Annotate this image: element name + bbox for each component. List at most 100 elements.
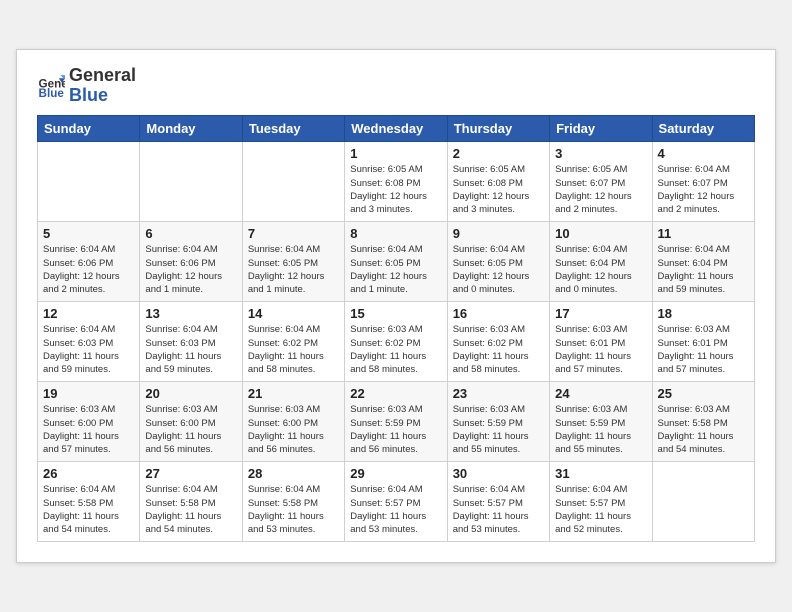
day-info: Sunrise: 6:03 AM Sunset: 6:02 PM Dayligh…: [350, 323, 441, 376]
day-info: Sunrise: 6:03 AM Sunset: 5:59 PM Dayligh…: [453, 403, 544, 456]
calendar-cell: 20Sunrise: 6:03 AM Sunset: 6:00 PM Dayli…: [140, 382, 242, 462]
day-number: 4: [658, 146, 749, 161]
day-info: Sunrise: 6:04 AM Sunset: 6:04 PM Dayligh…: [555, 243, 646, 296]
calendar-cell: [38, 142, 140, 222]
svg-text:Blue: Blue: [39, 86, 65, 99]
calendar-cell: 16 Sunrise: 6:03 AM Sunset: 6:02 PM Dayli…: [447, 302, 549, 382]
weekday-saturday: Saturday: [652, 116, 754, 142]
day-number: 29: [350, 466, 441, 481]
day-info: Sunrise: 6:04 AM Sunset: 6:07 PM Dayligh…: [658, 163, 749, 216]
calendar-cell: 29 Sunrise: 6:04 AM Sunset: 5:57 PM Dayli…: [345, 462, 447, 542]
calendar-cell: 25Sunrise: 6:03 AM Sunset: 5:58 PM Dayli…: [652, 382, 754, 462]
calendar-cell: [242, 142, 344, 222]
weekday-tuesday: Tuesday: [242, 116, 344, 142]
day-info: Sunrise: 6:03 AM Sunset: 5:59 PM Dayligh…: [350, 403, 441, 456]
day-number: 17: [555, 306, 646, 321]
calendar-cell: 5Sunrise: 6:04 AM Sunset: 6:06 PM Daylig…: [38, 222, 140, 302]
calendar-table: SundayMondayTuesdayWednesdayThursdayFrid…: [37, 115, 755, 542]
day-number: 16: [453, 306, 544, 321]
calendar-cell: 17 Sunrise: 6:03 AM Sunset: 6:01 PM Dayli…: [550, 302, 652, 382]
day-number: 22: [350, 386, 441, 401]
day-info: Sunrise: 6:03 AM Sunset: 5:58 PM Dayligh…: [658, 403, 749, 456]
day-info: Sunrise: 6:04 AM Sunset: 6:03 PM Dayligh…: [145, 323, 236, 376]
calendar-body: 1Sunrise: 6:05 AM Sunset: 6:08 PM Daylig…: [38, 142, 755, 542]
day-info: Sunrise: 6:04 AM Sunset: 5:57 PM Dayligh…: [453, 483, 544, 536]
day-number: 1: [350, 146, 441, 161]
day-info: Sunrise: 6:04 AM Sunset: 5:57 PM Dayligh…: [350, 483, 441, 536]
day-number: 12: [43, 306, 134, 321]
calendar-cell: 13 Sunrise: 6:04 AM Sunset: 6:03 PM Dayli…: [140, 302, 242, 382]
calendar-cell: 18Sunrise: 6:03 AM Sunset: 6:01 PM Dayli…: [652, 302, 754, 382]
calendar-cell: [140, 142, 242, 222]
weekday-thursday: Thursday: [447, 116, 549, 142]
day-info: Sunrise: 6:04 AM Sunset: 6:05 PM Dayligh…: [350, 243, 441, 296]
day-info: Sunrise: 6:04 AM Sunset: 5:58 PM Dayligh…: [43, 483, 134, 536]
calendar-cell: 8 Sunrise: 6:04 AM Sunset: 6:05 PM Daylig…: [345, 222, 447, 302]
week-row-2: 5Sunrise: 6:04 AM Sunset: 6:06 PM Daylig…: [38, 222, 755, 302]
weekday-header-row: SundayMondayTuesdayWednesdayThursdayFrid…: [38, 116, 755, 142]
week-row-3: 12 Sunrise: 6:04 AM Sunset: 6:03 PM Dayli…: [38, 302, 755, 382]
day-number: 9: [453, 226, 544, 241]
weekday-friday: Friday: [550, 116, 652, 142]
day-number: 15: [350, 306, 441, 321]
day-number: 11: [658, 226, 749, 241]
calendar-cell: 1Sunrise: 6:05 AM Sunset: 6:08 PM Daylig…: [345, 142, 447, 222]
calendar-cell: 27Sunrise: 6:04 AM Sunset: 5:58 PM Dayli…: [140, 462, 242, 542]
day-number: 21: [248, 386, 339, 401]
logo-text: General Blue: [69, 66, 136, 106]
day-info: Sunrise: 6:05 AM Sunset: 6:07 PM Dayligh…: [555, 163, 646, 216]
day-info: Sunrise: 6:04 AM Sunset: 6:02 PM Dayligh…: [248, 323, 339, 376]
day-info: Sunrise: 6:04 AM Sunset: 6:06 PM Dayligh…: [43, 243, 134, 296]
calendar-cell: 3 Sunrise: 6:05 AM Sunset: 6:07 PM Daylig…: [550, 142, 652, 222]
week-row-4: 19Sunrise: 6:03 AM Sunset: 6:00 PM Dayli…: [38, 382, 755, 462]
day-number: 30: [453, 466, 544, 481]
calendar-cell: 7Sunrise: 6:04 AM Sunset: 6:05 PM Daylig…: [242, 222, 344, 302]
day-number: 27: [145, 466, 236, 481]
calendar-cell: 19Sunrise: 6:03 AM Sunset: 6:00 PM Dayli…: [38, 382, 140, 462]
calendar-header: General Blue General Blue: [37, 66, 755, 106]
calendar-container: General Blue General Blue SundayMondayTu…: [16, 49, 776, 564]
week-row-1: 1Sunrise: 6:05 AM Sunset: 6:08 PM Daylig…: [38, 142, 755, 222]
day-info: Sunrise: 6:03 AM Sunset: 6:00 PM Dayligh…: [248, 403, 339, 456]
weekday-sunday: Sunday: [38, 116, 140, 142]
calendar-cell: 12 Sunrise: 6:04 AM Sunset: 6:03 PM Dayli…: [38, 302, 140, 382]
day-info: Sunrise: 6:03 AM Sunset: 5:59 PM Dayligh…: [555, 403, 646, 456]
day-number: 23: [453, 386, 544, 401]
day-info: Sunrise: 6:03 AM Sunset: 6:01 PM Dayligh…: [555, 323, 646, 376]
day-info: Sunrise: 6:04 AM Sunset: 6:06 PM Dayligh…: [145, 243, 236, 296]
day-number: 20: [145, 386, 236, 401]
day-info: Sunrise: 6:04 AM Sunset: 6:05 PM Dayligh…: [453, 243, 544, 296]
weekday-wednesday: Wednesday: [345, 116, 447, 142]
calendar-cell: 6 Sunrise: 6:04 AM Sunset: 6:06 PM Daylig…: [140, 222, 242, 302]
day-number: 13: [145, 306, 236, 321]
calendar-cell: 28 Sunrise: 6:04 AM Sunset: 5:58 PM Dayli…: [242, 462, 344, 542]
calendar-cell: 24Sunrise: 6:03 AM Sunset: 5:59 PM Dayli…: [550, 382, 652, 462]
week-row-5: 26 Sunrise: 6:04 AM Sunset: 5:58 PM Dayli…: [38, 462, 755, 542]
day-number: 3: [555, 146, 646, 161]
day-info: Sunrise: 6:03 AM Sunset: 6:01 PM Dayligh…: [658, 323, 749, 376]
weekday-monday: Monday: [140, 116, 242, 142]
calendar-cell: 23 Sunrise: 6:03 AM Sunset: 5:59 PM Dayli…: [447, 382, 549, 462]
day-info: Sunrise: 6:04 AM Sunset: 6:05 PM Dayligh…: [248, 243, 339, 296]
day-number: 31: [555, 466, 646, 481]
calendar-cell: 26 Sunrise: 6:04 AM Sunset: 5:58 PM Dayli…: [38, 462, 140, 542]
day-number: 6: [145, 226, 236, 241]
calendar-cell: 9 Sunrise: 6:04 AM Sunset: 6:05 PM Daylig…: [447, 222, 549, 302]
calendar-cell: 4 Sunrise: 6:04 AM Sunset: 6:07 PM Daylig…: [652, 142, 754, 222]
day-info: Sunrise: 6:04 AM Sunset: 5:57 PM Dayligh…: [555, 483, 646, 536]
day-info: Sunrise: 6:04 AM Sunset: 6:03 PM Dayligh…: [43, 323, 134, 376]
day-number: 26: [43, 466, 134, 481]
calendar-cell: 22 Sunrise: 6:03 AM Sunset: 5:59 PM Dayli…: [345, 382, 447, 462]
calendar-cell: 10 Sunrise: 6:04 AM Sunset: 6:04 PM Dayli…: [550, 222, 652, 302]
calendar-cell: 14Sunrise: 6:04 AM Sunset: 6:02 PM Dayli…: [242, 302, 344, 382]
calendar-cell: 31 Sunrise: 6:04 AM Sunset: 5:57 PM Dayli…: [550, 462, 652, 542]
day-info: Sunrise: 6:03 AM Sunset: 6:02 PM Dayligh…: [453, 323, 544, 376]
day-number: 10: [555, 226, 646, 241]
calendar-cell: 15 Sunrise: 6:03 AM Sunset: 6:02 PM Dayli…: [345, 302, 447, 382]
calendar-cell: 2Sunrise: 6:05 AM Sunset: 6:08 PM Daylig…: [447, 142, 549, 222]
day-info: Sunrise: 6:04 AM Sunset: 5:58 PM Dayligh…: [248, 483, 339, 536]
calendar-cell: 11Sunrise: 6:04 AM Sunset: 6:04 PM Dayli…: [652, 222, 754, 302]
day-number: 28: [248, 466, 339, 481]
calendar-cell: 21 Sunrise: 6:03 AM Sunset: 6:00 PM Dayli…: [242, 382, 344, 462]
day-number: 8: [350, 226, 441, 241]
